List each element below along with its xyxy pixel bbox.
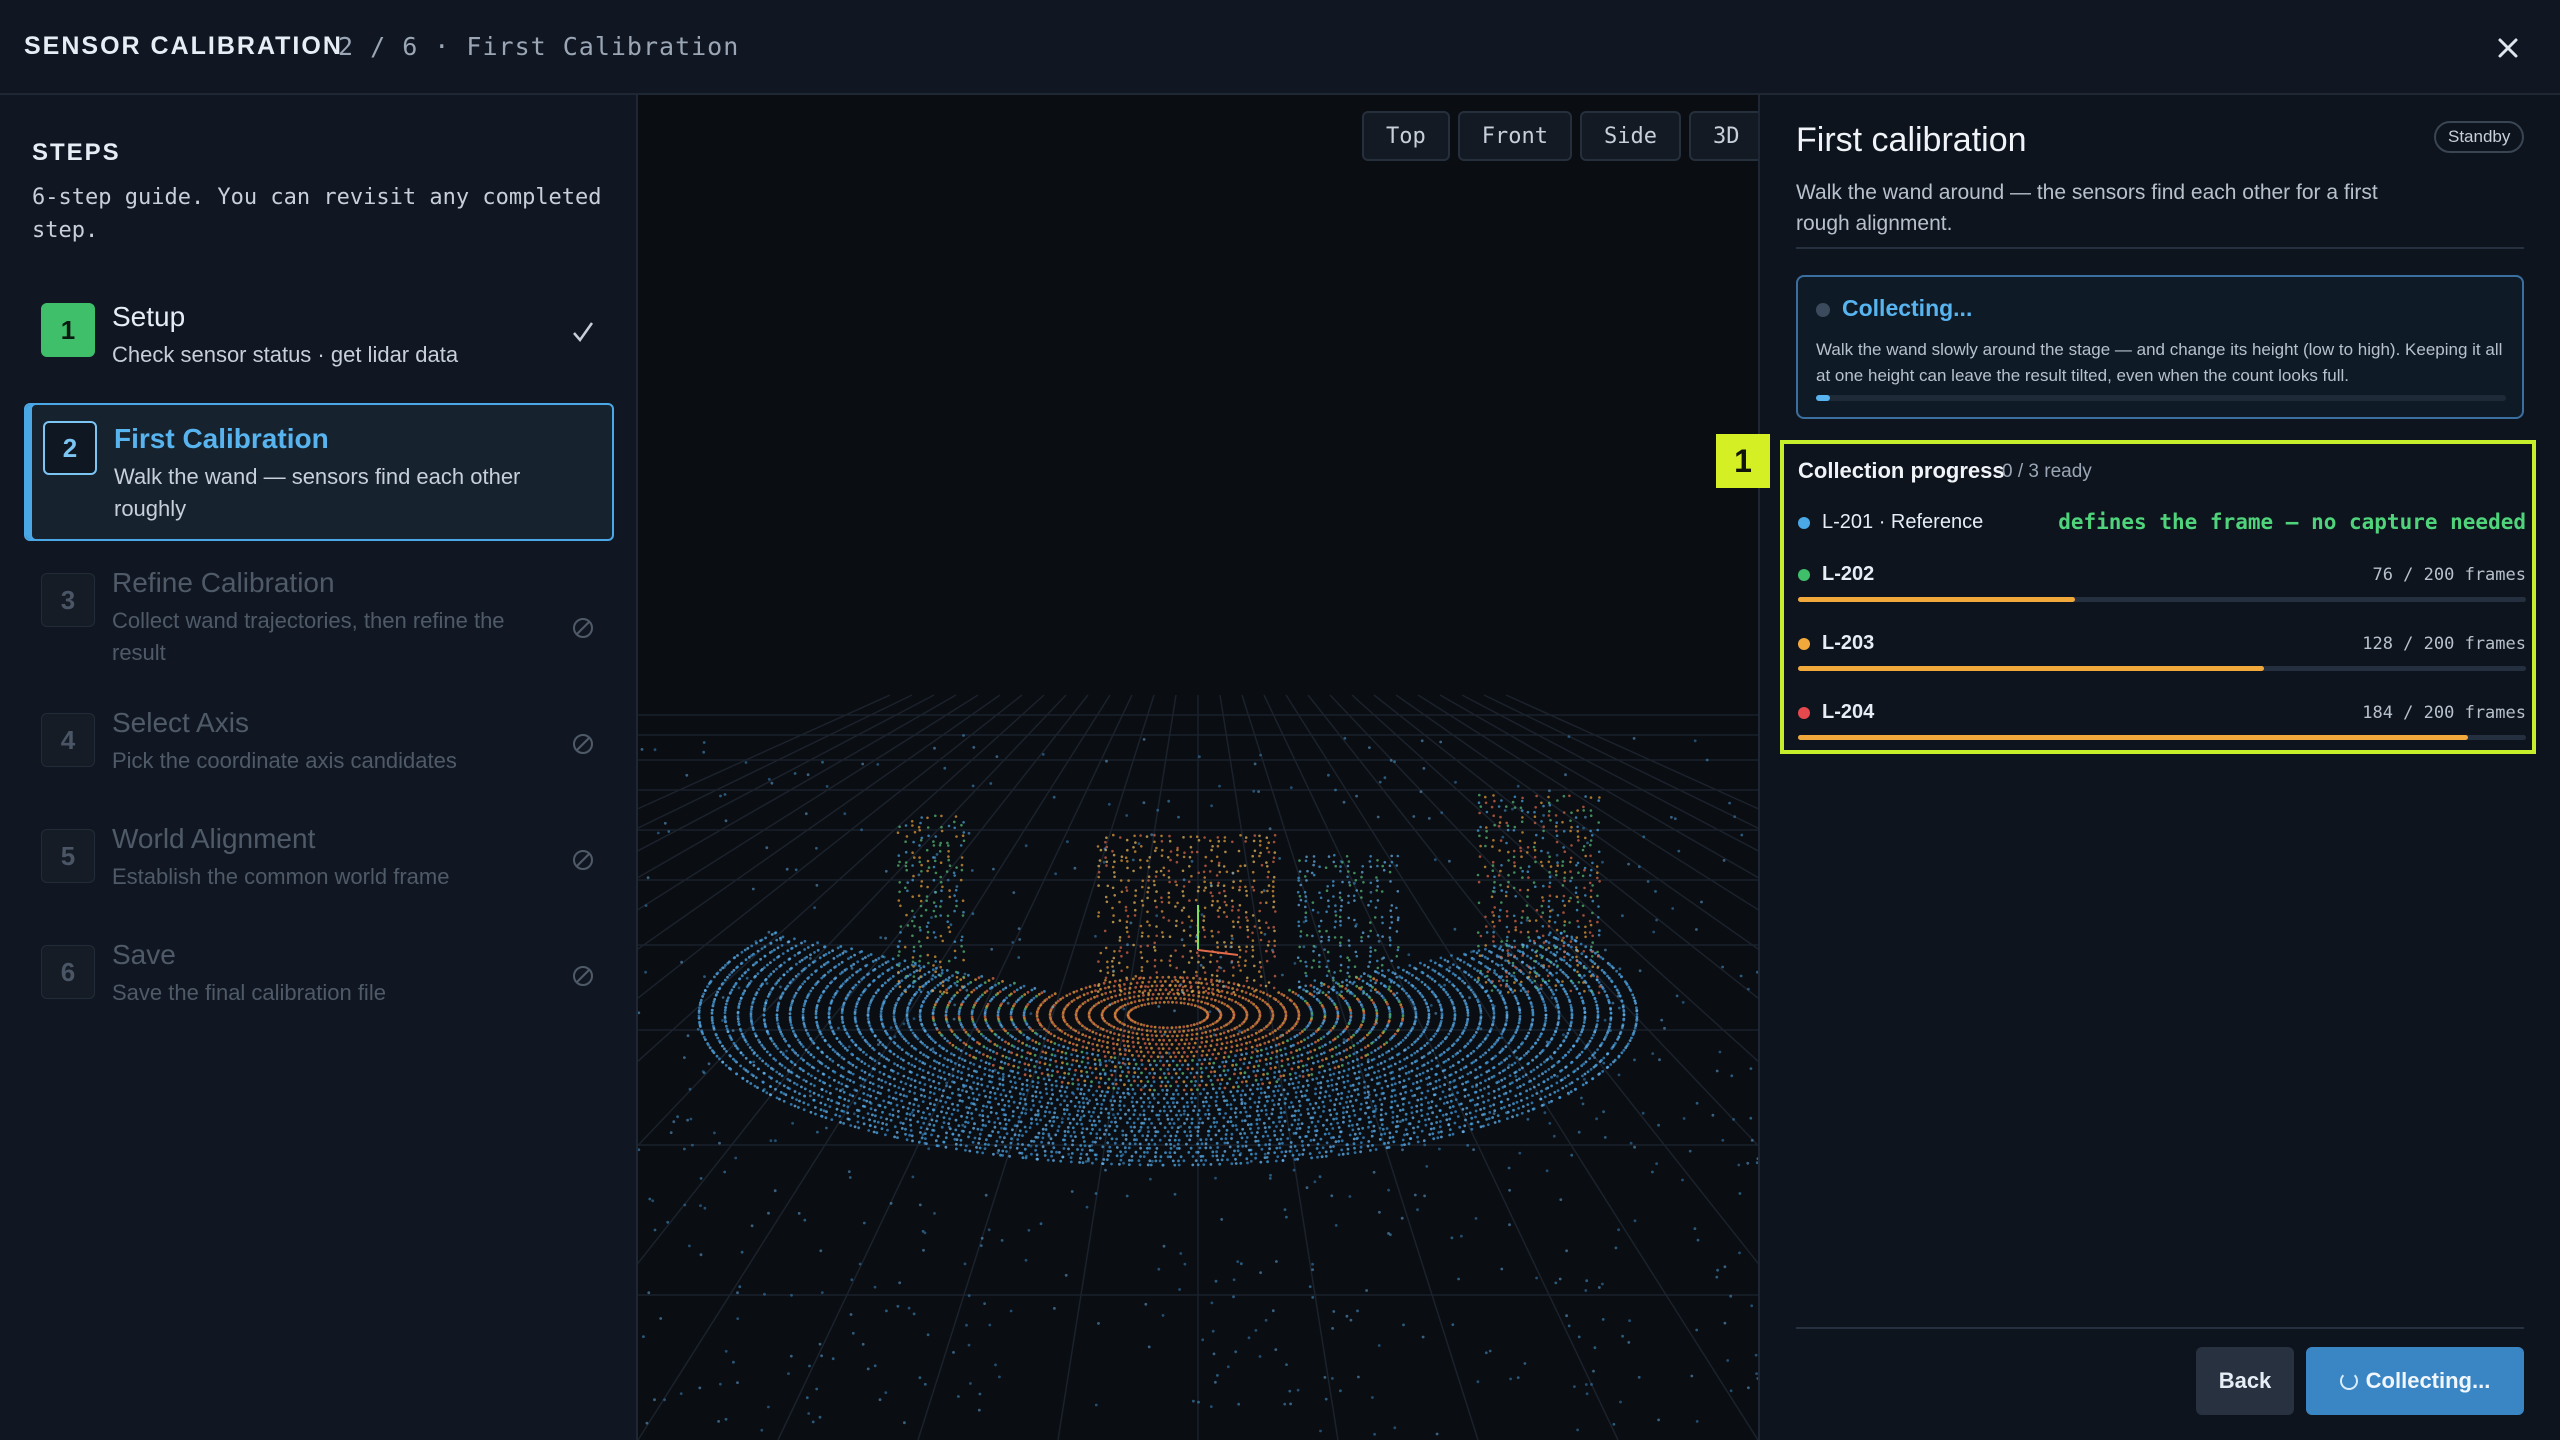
view-side-button[interactable]: Side — [1579, 111, 1681, 161]
status-badge: Standby — [2434, 121, 2525, 153]
sensor-progress-fill — [1798, 735, 2468, 740]
step-title: Select Axis — [112, 707, 249, 738]
sensor-progress-fill — [1798, 597, 2075, 602]
point-cloud-scene[interactable] — [638, 95, 1758, 1440]
progress-title: Collection progress — [1798, 458, 2005, 483]
step-title: World Alignment — [112, 823, 316, 854]
step-description: Check sensor status · get lidar data — [112, 342, 459, 367]
step-description: Save the final calibration file — [112, 980, 386, 1005]
step-description: Walk the wand — sensors find each other … — [114, 464, 521, 521]
collecting-status-card: Collecting... Walk the wand slowly aroun… — [1796, 275, 2524, 419]
step-description: Establish the common world frame — [112, 864, 450, 889]
step-title: Setup — [112, 301, 186, 332]
sensor-row: L-203 128 / 200 frames — [1798, 629, 2526, 679]
sensor-name: L-203 — [1822, 632, 1875, 654]
status-dot-icon — [1816, 303, 1830, 317]
sensor-frames: 184 / 200 frames — [2362, 703, 2526, 723]
view-top-button[interactable]: Top — [1362, 111, 1450, 161]
panel-description: Walk the wand around — the sensors find … — [1796, 181, 2378, 235]
status-label: Collecting... — [1842, 295, 1973, 321]
status-progress-fill — [1816, 395, 1830, 401]
top-bar: SENSOR CALIBRATION 2 / 6 · First Calibra… — [0, 0, 2560, 95]
sensor-frames: 128 / 200 frames — [2362, 634, 2526, 654]
step-description: Collect wand trajectories, then refine t… — [112, 608, 505, 665]
sensor-name: L-204 — [1822, 701, 1875, 723]
step-number: 6 — [41, 945, 95, 999]
sensor-progress-bar — [1798, 597, 2526, 602]
step-title: First Calibration — [114, 423, 329, 454]
progress-ready-count: 0 / 3 ready — [2002, 461, 2092, 482]
locked-icon — [568, 729, 598, 759]
step-select-axis[interactable]: 4 Select Axis Pick the coordinate axis c… — [24, 695, 614, 805]
check-icon — [568, 317, 598, 347]
sensor-progress-fill — [1798, 666, 2264, 671]
sensor-progress-bar — [1798, 666, 2526, 671]
status-hint: Walk the wand slowly around the stage — … — [1816, 340, 2503, 385]
collecting-button-label: Collecting... — [2365, 1368, 2491, 1393]
view-mode-toolbar: Top Front Side 3D — [1362, 111, 1758, 161]
step-setup[interactable]: 1 Setup Check sensor status · get lidar … — [24, 291, 614, 387]
close-button[interactable] — [2488, 28, 2528, 68]
step-refine-calibration[interactable]: 3 Refine Calibration Collect wand trajec… — [24, 557, 614, 687]
step-first-calibration[interactable]: 2 First Calibration Walk the wand — sens… — [24, 403, 614, 541]
sensor-status-dot-icon — [1798, 569, 1810, 581]
sensor-name: L-201 · Reference — [1822, 511, 1984, 533]
collecting-button[interactable]: Collecting... — [2306, 1347, 2524, 1415]
divider — [1796, 247, 2524, 249]
sensor-status-dot-icon — [1798, 707, 1810, 719]
step-title: Refine Calibration — [112, 567, 335, 598]
steps-subtitle: 6-step guide. You can revisit any comple… — [32, 185, 602, 243]
step-number: 1 — [41, 303, 95, 357]
app-title: SENSOR CALIBRATION — [24, 32, 343, 60]
point-cloud-viewport[interactable]: Top Front Side 3D — [638, 95, 1758, 1440]
view-front-button[interactable]: Front — [1457, 111, 1572, 161]
locked-icon — [568, 613, 598, 643]
sensor-row: L-204 184 / 200 frames — [1798, 698, 2526, 748]
spinner-icon — [2339, 1372, 2358, 1390]
sensor-row: L-202 76 / 200 frames — [1798, 560, 2526, 610]
steps-sidebar: STEPS 6-step guide. You can revisit any … — [0, 95, 638, 1440]
step-title: Save — [112, 939, 176, 970]
sensor-frames: 76 / 200 frames — [2372, 565, 2526, 585]
sensor-name: L-202 — [1822, 563, 1875, 585]
sensor-row-reference: L-201 · Reference defines the frame — no… — [1798, 508, 2526, 558]
step-world-alignment[interactable]: 5 World Alignment Establish the common w… — [24, 811, 614, 921]
step-description: Pick the coordinate axis candidates — [112, 748, 457, 773]
step-number: 3 — [41, 573, 95, 627]
calibration-panel: First calibration Standby Walk the wand … — [1758, 95, 2560, 1440]
breadcrumb: 2 / 6 · First Calibration — [338, 32, 740, 61]
step-number: 4 — [41, 713, 95, 767]
close-icon — [2498, 38, 2518, 58]
locked-icon — [568, 961, 598, 991]
sensor-progress-bar — [1798, 735, 2526, 740]
view-3d-button[interactable]: 3D — [1688, 111, 1758, 161]
back-button[interactable]: Back — [2196, 1347, 2294, 1415]
sensor-status-dot-icon — [1798, 517, 1810, 529]
divider — [1796, 1327, 2524, 1329]
collection-progress-section: Collection progress 0 / 3 ready L-201 · … — [1780, 440, 2536, 754]
locked-icon — [568, 845, 598, 875]
step-number: 5 — [41, 829, 95, 883]
steps-heading: STEPS — [32, 139, 121, 166]
callout-marker: 1 — [1716, 434, 1770, 488]
panel-title: First calibration — [1796, 121, 2027, 159]
step-number: 2 — [43, 421, 97, 475]
reference-note: defines the frame — no capture needed — [2058, 510, 2526, 534]
sensor-status-dot-icon — [1798, 638, 1810, 650]
step-save[interactable]: 6 Save Save the final calibration file — [24, 927, 614, 1037]
status-progress-bar — [1816, 395, 2506, 401]
